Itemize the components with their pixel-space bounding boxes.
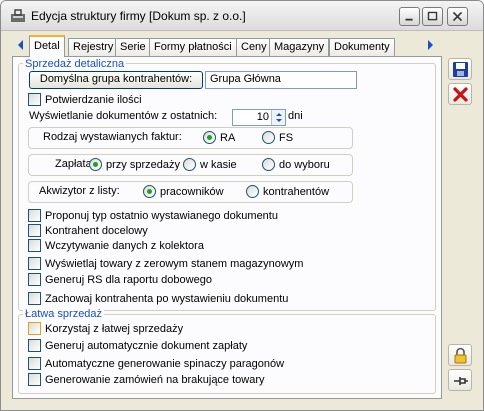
- tab-serie[interactable]: Serie: [115, 38, 151, 56]
- tab-ceny[interactable]: Ceny: [236, 38, 272, 56]
- invoice-type-fs-radio[interactable]: FS: [262, 131, 293, 144]
- checkbox-box[interactable]: [28, 273, 41, 286]
- missing-goods-orders-checkbox[interactable]: Generowanie zamówień na brakujące towary: [28, 373, 265, 386]
- radio-dot[interactable]: [143, 185, 156, 198]
- confirm-quantity-checkbox[interactable]: Potwierdzanie ilości: [28, 93, 142, 106]
- spinner-up-down-icon[interactable]: [272, 110, 286, 125]
- auto-receipt-clips-checkbox[interactable]: Automatyczne generowanie spinaczy parago…: [28, 357, 284, 370]
- show-docs-spinner[interactable]: 10: [232, 109, 286, 126]
- generate-rs-checkbox[interactable]: Generuj RS dla raportu dobowego: [28, 273, 212, 286]
- tab-detal[interactable]: Detal: [29, 35, 65, 57]
- keep-contractor-checkbox[interactable]: Zachowaj kontrahenta po wystawieniu doku…: [28, 292, 288, 305]
- acquirer-label: Akwizytor z listy:: [39, 185, 120, 197]
- cancel-icon: [453, 87, 468, 102]
- pin-button[interactable]: [448, 369, 472, 391]
- default-group-button[interactable]: Domyślna grupa kontrahentów:: [29, 71, 203, 89]
- payment-at-sale-radio[interactable]: przy sprzedaży: [89, 158, 180, 171]
- detal-panel: Sprzedaż detaliczna Domyślna grupa kontr…: [12, 56, 442, 399]
- tab-formy-platnosci[interactable]: Formy płatności: [149, 38, 237, 56]
- easy-sale-group-title: Łatwa sprzedaż: [23, 308, 105, 320]
- acquirer-contractors-radio[interactable]: kontrahentów: [246, 185, 329, 198]
- retail-group-title: Sprzedaż detaliczna: [23, 58, 127, 70]
- target-contractor-checkbox[interactable]: Kontrahent docelowy: [28, 224, 148, 237]
- radio-dot[interactable]: [262, 158, 275, 171]
- radio-dot[interactable]: [89, 158, 102, 171]
- close-button[interactable]: [447, 7, 468, 26]
- title-bar[interactable]: Edycja struktury firmy [Dokum sp. z o.o.…: [1, 1, 483, 31]
- show-docs-unit: dni: [288, 110, 303, 122]
- checkbox-box[interactable]: [28, 339, 41, 352]
- payment-at-checkout-radio[interactable]: w kasie: [183, 158, 237, 171]
- invoice-type-label: Rodzaj wystawianych faktur:: [43, 131, 182, 143]
- radio-dot[interactable]: [262, 131, 275, 144]
- save-icon: [453, 62, 468, 77]
- tools-icon: [11, 9, 25, 22]
- checkbox-box[interactable]: [28, 357, 41, 370]
- show-docs-label: Wyświetlanie dokumentów z ostatnich:: [29, 110, 218, 122]
- use-easy-sale-checkbox[interactable]: Korzystaj z łatwej sprzedaży: [28, 322, 183, 335]
- checkbox-box[interactable]: [28, 209, 41, 222]
- pin-icon: [454, 377, 468, 385]
- tab-magazyny[interactable]: Magazyny: [269, 38, 330, 56]
- tab-scroll-left-icon[interactable]: [16, 38, 26, 52]
- window-title: Edycja struktury firmy [Dokum sp. z o.o.…: [31, 9, 246, 23]
- checkbox-box[interactable]: [28, 224, 41, 237]
- window: Edycja struktury firmy [Dokum sp. z o.o.…: [0, 0, 484, 411]
- default-group-field[interactable]: Grupa Główna: [205, 71, 357, 89]
- invoice-type-ra-radio[interactable]: RA: [203, 131, 235, 144]
- save-button[interactable]: [448, 58, 472, 80]
- auto-payment-doc-checkbox[interactable]: Generuj automatycznie dokument zapłaty: [28, 339, 247, 352]
- checkbox-box[interactable]: [28, 257, 41, 270]
- tab-dokumenty[interactable]: Dokumenty: [329, 38, 395, 56]
- cancel-button[interactable]: [448, 83, 472, 105]
- tab-strip: Detal Rejestry Serie Formy płatności Cen…: [1, 35, 483, 57]
- lock-icon: [454, 347, 467, 364]
- radio-dot[interactable]: [183, 158, 196, 171]
- checkbox-box[interactable]: [28, 292, 41, 305]
- checkbox-box[interactable]: [28, 373, 41, 386]
- checkbox-box[interactable]: [28, 93, 41, 106]
- lock-button[interactable]: [448, 344, 472, 366]
- spinner-arrows[interactable]: [271, 110, 285, 125]
- radio-dot[interactable]: [246, 185, 259, 198]
- minimize-button[interactable]: [399, 7, 420, 26]
- checkbox-box[interactable]: [28, 239, 41, 252]
- checkbox-box[interactable]: [28, 322, 41, 335]
- tab-rejestry[interactable]: Rejestry: [68, 38, 119, 56]
- show-docs-value: 10: [256, 111, 269, 123]
- show-zero-stock-checkbox[interactable]: Wyświetlaj towary z zerowym stanem magaz…: [28, 257, 303, 270]
- propose-last-doc-type-checkbox[interactable]: Proponuj typ ostatnio wystawianego dokum…: [28, 209, 278, 222]
- maximize-button[interactable]: [422, 7, 443, 26]
- radio-dot[interactable]: [203, 131, 216, 144]
- load-collector-data-checkbox[interactable]: Wczytywanie danych z kolektora: [28, 239, 204, 252]
- maximize-icon: [427, 11, 438, 21]
- acquirer-employees-radio[interactable]: pracowników: [143, 185, 224, 198]
- payment-choice-radio[interactable]: do wyboru: [262, 158, 330, 171]
- tab-scroll-right-icon[interactable]: [425, 38, 435, 52]
- minimize-icon: [405, 18, 413, 21]
- close-icon: [452, 11, 463, 22]
